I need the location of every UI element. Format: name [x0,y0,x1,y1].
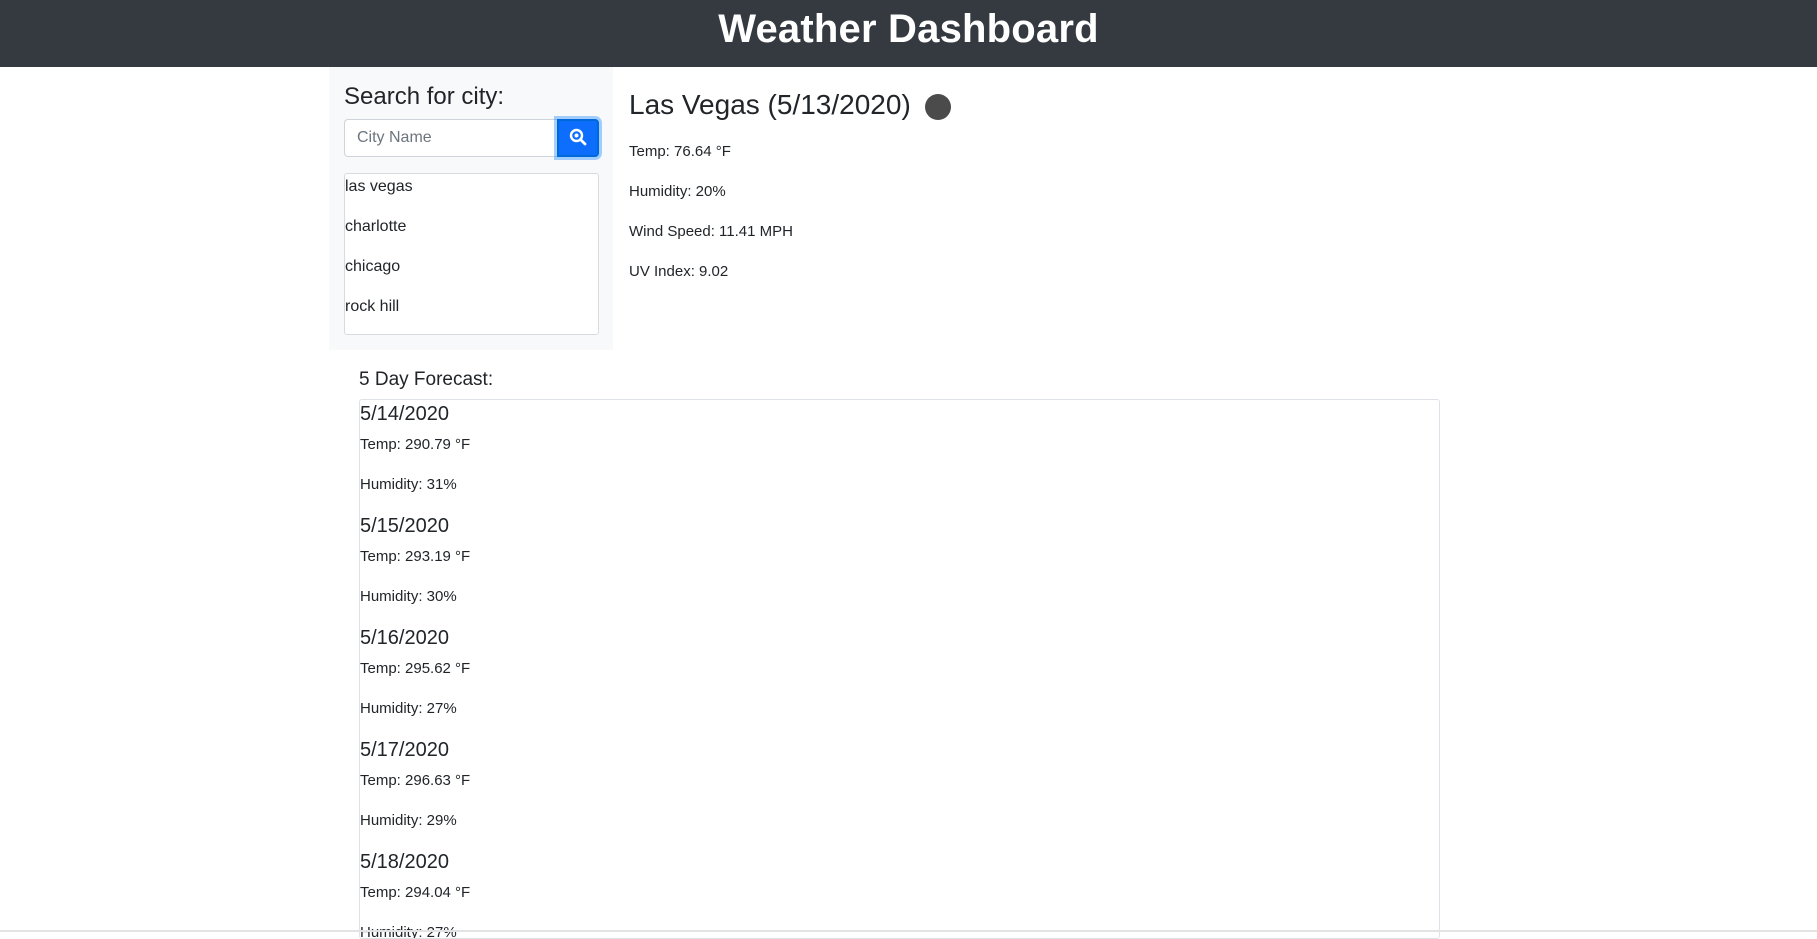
forecast-day: 5/16/2020 Temp: 295.62 °F Humidity: 27% [360,624,1439,736]
forecast-temp: Temp: 294.04 °F [360,884,471,901]
current-humidity: Humidity: 20% [629,183,726,200]
search-history-list: las vegas charlotte chicago rock hill [344,173,599,335]
current-city-heading: Las Vegas (5/13/2020) [629,85,951,125]
forecast-date: 5/15/2020 [360,515,449,537]
current-wind-speed: Wind Speed: 11.41 MPH [629,223,793,240]
forecast-date: 5/17/2020 [360,739,449,761]
forecast-day: 5/17/2020 Temp: 296.63 °F Humidity: 29% [360,736,1439,848]
current-uv-index: UV Index: 9.02 [629,263,729,280]
forecast-title: 5 Day Forecast: [359,369,494,390]
search-history-item[interactable]: las vegas [345,174,598,214]
forecast-humidity: Humidity: 27% [360,700,457,717]
forecast-date: 5/14/2020 [360,403,449,425]
forecast-date: 5/16/2020 [360,627,449,649]
forecast-humidity: Humidity: 31% [360,476,457,493]
forecast-day: 5/14/2020 Temp: 290.79 °F Humidity: 31% [360,400,1439,512]
page-header: Weather Dashboard [0,0,1817,67]
weather-icon [924,94,951,120]
city-search-input[interactable] [344,119,557,157]
forecast-day: 5/15/2020 Temp: 293.19 °F Humidity: 30% [360,512,1439,624]
forecast-temp: Temp: 296.63 °F [360,772,471,789]
forecast-temp: Temp: 290.79 °F [360,436,471,453]
search-button[interactable] [557,119,599,157]
forecast-humidity: Humidity: 30% [360,588,457,605]
window-bottom-edge [0,930,1817,932]
forecast-humidity: Humidity: 29% [360,812,457,829]
current-city-date: Las Vegas (5/13/2020) [629,89,911,120]
forecast-temp: Temp: 295.62 °F [360,660,471,677]
search-history-item[interactable]: charlotte [345,214,598,254]
forecast-temp: Temp: 293.19 °F [360,548,471,565]
search-panel: Search for city: las vegas charlotte chi… [329,67,613,350]
search-icon [569,128,587,149]
current-weather: Las Vegas (5/13/2020) Temp: 76.64 °F Hum… [629,85,951,280]
forecast-date: 5/18/2020 [360,851,449,873]
forecast-list: 5/14/2020 Temp: 290.79 °F Humidity: 31% … [359,399,1440,939]
search-title: Search for city: [344,83,505,110]
search-history-item[interactable]: rock hill [345,294,598,334]
current-temp: Temp: 76.64 °F [629,143,731,160]
page-title: Weather Dashboard [718,7,1099,51]
search-history-item[interactable]: chicago [345,254,598,294]
forecast-day: 5/18/2020 Temp: 294.04 °F Humidity: 27% [360,848,1439,938]
